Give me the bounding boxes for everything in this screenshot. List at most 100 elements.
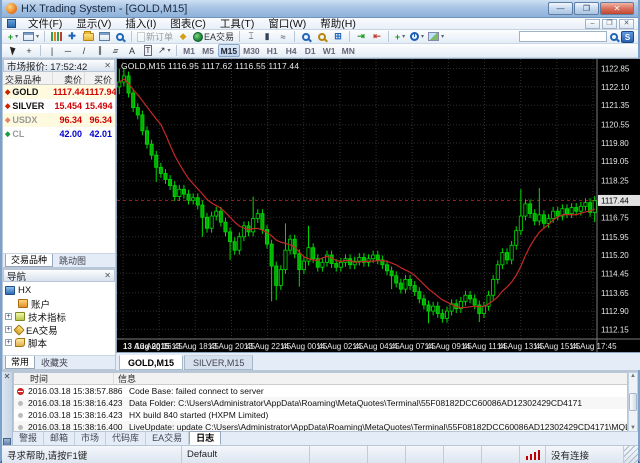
expand-icon[interactable]: + [5,313,12,320]
tree-item-hx[interactable]: HX [5,284,115,297]
periods-button[interactable]: ▾ [408,30,426,43]
mdi-minimize-button[interactable]: – [585,18,600,29]
cursor-button[interactable] [5,44,21,57]
templates-button[interactable]: ▾ [426,30,446,43]
resize-grip[interactable] [624,446,638,463]
menu-item-insert[interactable]: 插入(I) [118,18,163,30]
tree-item-indicators[interactable]: + 技术指标 [5,310,115,324]
scroll-up-icon[interactable]: ▲ [630,373,636,379]
restore-button[interactable]: ❐ [574,2,599,15]
timeframe-m15[interactable]: M15 [217,44,241,57]
navigator-button[interactable] [80,30,96,43]
chart-tab-silver[interactable]: SILVER,M15 [184,355,254,370]
journal-scrollbar[interactable]: ▲ ▼ [628,372,638,432]
tab-favorites[interactable]: 收藏夹 [35,356,74,369]
tree-item-scripts[interactable]: + 脚本 [5,336,115,350]
menu-item-tools[interactable]: 工具(T) [213,18,261,30]
menu-item-window[interactable]: 窗口(W) [261,18,313,30]
timeframe-d1[interactable]: D1 [301,44,320,57]
close-icon[interactable]: ✕ [104,271,111,280]
col-ask[interactable]: 买价 [85,72,115,85]
text-label-button[interactable]: T [140,44,156,57]
close-icon[interactable]: ✕ [104,61,111,70]
market-watch-button[interactable] [48,30,64,43]
bar-chart-button[interactable]: ⌶ [243,30,259,43]
tree-item-ea[interactable]: + EA交易 [5,323,115,337]
trendline-button[interactable]: / [76,44,92,57]
auto-scroll-button[interactable]: ⇥ [353,30,369,43]
symbol-row-gold[interactable]: ◆ GOLD 1117.44 1117.94 [3,85,117,99]
menu-item-charts[interactable]: 图表(C) [163,18,213,30]
close-icon[interactable]: ✕ [4,373,11,381]
line-chart-button[interactable]: ≈ [275,30,291,43]
timeframe-h1[interactable]: H1 [263,44,282,57]
tab-codebase[interactable]: 代码库 [106,432,147,445]
zoom-in-button[interactable] [298,30,314,43]
fibonacci-button[interactable]: ≡ [108,44,124,57]
symbol-row-usdx[interactable]: ◆ USDX 96.34 96.34 [3,113,115,127]
tab-tick-chart[interactable]: 跳动图 [53,254,92,267]
status-profile[interactable]: Default [182,446,310,463]
symbol-row-silver[interactable]: ◆ SILVER 15.454 15.494 [3,99,115,113]
channel-button[interactable]: ∥ [92,44,108,57]
tab-alerts[interactable]: 警报 [13,432,45,445]
search-input[interactable] [519,31,607,42]
tree-item-accounts[interactable]: 账户 [5,297,115,311]
col-bid[interactable]: 卖价 [53,72,85,85]
symbol-row-cl[interactable]: ◆ CL 42.00 42.01 [3,127,115,141]
tile-windows-button[interactable]: ⊞ [330,30,346,43]
profiles-button[interactable]: ▾ [21,30,41,43]
timeframe-m30[interactable]: M30 [240,44,263,57]
ea-trade-button[interactable]: EA交易 [191,30,236,43]
scroll-down-icon[interactable]: ▼ [630,425,636,431]
timeframe-m5[interactable]: M5 [199,44,218,57]
timeframe-mn[interactable]: MN [339,44,358,57]
tab-experts[interactable]: EA交易 [146,432,190,445]
col-symbol[interactable]: 交易品种 [3,72,53,85]
text-button[interactable]: A [124,44,140,57]
tab-common[interactable]: 常用 [5,356,36,369]
arrows-button[interactable]: ↗ ▾ [156,44,173,57]
navigator-panel: 导航 ✕ HX 账户 + 技术指标 + EA交易 + 脚本 常用 收藏夹 [2,268,116,370]
tab-journal[interactable]: 日志 [189,431,222,445]
tab-mailbox[interactable]: 邮箱 [44,432,76,445]
vertical-line-button[interactable]: | [44,44,60,57]
horizontal-line-button[interactable]: ─ [60,44,76,57]
scrollbar-thumb[interactable] [629,393,637,411]
menu-item-help[interactable]: 帮助(H) [313,18,363,30]
mdi-close-button[interactable]: ✕ [619,18,634,29]
log-row[interactable]: 2016.03.18 15:38:57.886 Code Base: failed… [14,385,627,397]
col-message[interactable]: 信息 [114,373,627,384]
indicators-button[interactable]: + ▾ [392,30,408,43]
minimize-button[interactable]: — [548,2,573,15]
tab-symbols[interactable]: 交易品种 [5,254,54,267]
log-row[interactable]: 2016.03.18 15:38:16.423 Data Folder: C:\U… [14,397,627,409]
connection-bars-icon[interactable] [520,446,546,463]
chart-shift-button[interactable]: ⇤ [369,30,385,43]
crosshair-button[interactable]: + [21,44,37,57]
community-badge[interactable]: S [621,30,634,43]
log-row[interactable]: 2016.03.18 15:38:16.423 HX build 840 star… [14,409,627,421]
expand-icon[interactable]: + [5,339,12,346]
status-connection[interactable]: 没有连接 [546,446,624,463]
close-button[interactable]: ✕ [600,2,634,15]
zoom-out-button[interactable] [314,30,330,43]
col-time[interactable]: 时间 [14,373,114,384]
tab-market[interactable]: 市场 [75,432,107,445]
timeframe-w1[interactable]: W1 [320,44,339,57]
expand-icon[interactable]: + [5,326,12,333]
mdi-restore-button[interactable]: ❐ [602,18,617,29]
strategy-tester-button[interactable] [112,30,128,43]
chart-tab-gold[interactable]: GOLD,M15 [119,355,184,370]
data-window-button[interactable]: ✚ [64,30,80,43]
new-chart-button[interactable]: + ▾ [5,30,21,43]
price-chart[interactable]: 1122.85 1122.10 1121.35 1120.55 1119.80 1119.… [116,58,640,353]
menu-item-view[interactable]: 显示(V) [69,18,118,30]
terminal-button[interactable] [96,30,112,43]
menu-item-file[interactable]: 文件(F) [21,18,69,30]
timeframe-m1[interactable]: M1 [180,44,199,57]
timeframe-h4[interactable]: H4 [282,44,301,57]
search-icon[interactable] [610,32,618,41]
metaeditor-button[interactable]: ◆ [175,30,191,43]
candlestick-button[interactable]: ▮ [259,30,275,43]
